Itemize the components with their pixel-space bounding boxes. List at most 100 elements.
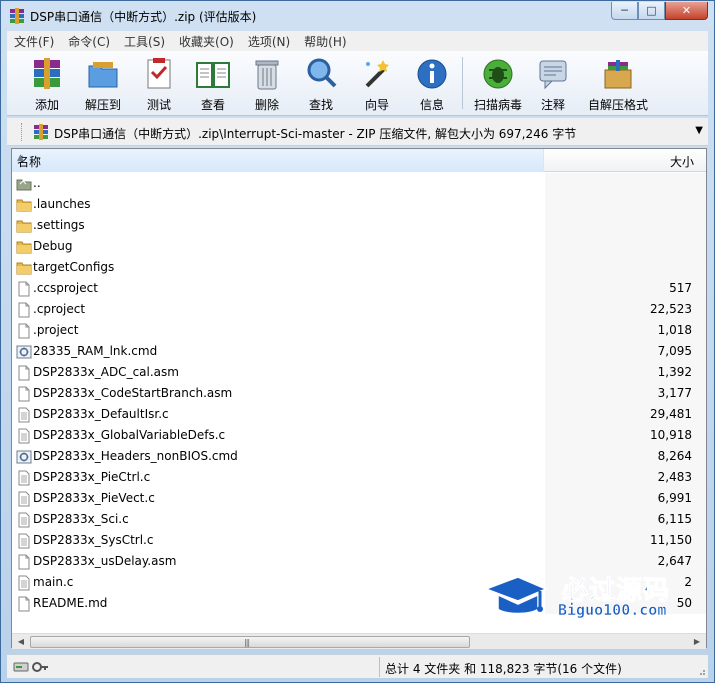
file-row[interactable]: DSP2833x_SysCtrl.c 11,150 — [12, 530, 706, 551]
extract-to-label: 解压到 — [84, 98, 121, 112]
file-size: 22,523 — [650, 302, 692, 316]
horizontal-scrollbar[interactable]: ◀ ||| ▶ — [12, 633, 706, 649]
chevron-down-icon[interactable]: ▼ — [695, 125, 703, 136]
menu-help[interactable]: 帮助(H) — [297, 33, 353, 50]
text-file-icon — [16, 491, 32, 507]
file-row[interactable]: DSP2833x_DefaultIsr.c 29,481 — [12, 404, 706, 425]
add-label: 添加 — [34, 98, 59, 112]
file-size: 2,647 — [657, 554, 692, 568]
file-row[interactable]: DSP2833x_ADC_cal.asm 1,392 — [12, 362, 706, 383]
toolbar-separator — [462, 57, 463, 109]
menu-commands[interactable]: 命令(C) — [61, 33, 117, 50]
status-summary: 总计 4 文件夹 和 118,823 字节(16 个文件) — [385, 662, 622, 676]
maximize-button[interactable]: □ — [638, 2, 665, 20]
find-magnifier-icon — [307, 58, 337, 88]
file-row[interactable]: targetConfigs — [12, 257, 706, 278]
file-size: 10,918 — [650, 428, 692, 442]
text-file-icon — [16, 428, 32, 444]
file-row[interactable]: DSP2833x_PieCtrl.c 2,483 — [12, 467, 706, 488]
virus-scan-icon — [483, 59, 513, 89]
file-row[interactable]: .settings — [12, 215, 706, 236]
wizard-button[interactable]: 向导 — [347, 54, 407, 112]
file-row[interactable]: .cproject 22,523 — [12, 299, 706, 320]
sfx-button[interactable]: 自解压格式 — [583, 54, 653, 112]
add-button[interactable]: 添加 — [17, 54, 77, 112]
file-row[interactable]: 28335_RAM_lnk.cmd 7,095 — [12, 341, 706, 362]
menu-options[interactable]: 选项(N) — [241, 33, 297, 50]
sfx-box-icon — [604, 60, 632, 89]
file-size: 517 — [669, 281, 692, 295]
file-icon — [16, 323, 32, 339]
menu-file[interactable]: 文件(F) — [7, 33, 61, 50]
folder-icon — [16, 197, 32, 213]
view-book-icon — [196, 62, 230, 88]
drive-key-icon[interactable] — [13, 660, 49, 674]
scroll-right-icon[interactable]: ▶ — [689, 635, 705, 649]
menu-tools[interactable]: 工具(S) — [117, 33, 172, 50]
column-header-name[interactable]: 名称 ▲ — [12, 149, 544, 172]
address-bar[interactable]: DSP串口通信（中断方式）.zip\Interrupt-Sci-master -… — [7, 118, 708, 146]
file-row[interactable]: .project 1,018 — [12, 320, 706, 341]
find-button[interactable]: 查找 — [291, 54, 351, 112]
test-icon — [147, 58, 171, 89]
file-name: Debug — [33, 239, 73, 253]
file-row[interactable]: DSP2833x_PieVect.c 6,991 — [12, 488, 706, 509]
file-icon — [16, 281, 32, 297]
view-button[interactable]: 查看 — [183, 54, 243, 112]
file-name: main.c — [33, 575, 74, 589]
file-size: 11,150 — [650, 533, 692, 547]
resize-grip-icon[interactable] — [696, 666, 706, 676]
file-row[interactable]: Debug — [12, 236, 706, 257]
file-row[interactable]: DSP2833x_CodeStartBranch.asm 3,177 — [12, 383, 706, 404]
delete-label: 删除 — [254, 98, 279, 112]
file-size: 1,392 — [657, 365, 692, 379]
file-size: 2 — [684, 575, 692, 589]
file-name: .project — [33, 323, 79, 337]
file-icon — [16, 365, 32, 381]
text-file-icon — [16, 575, 32, 591]
virus-scan-button[interactable]: 扫描病毒 — [468, 54, 528, 112]
cmd-file-icon — [16, 449, 32, 465]
file-name: DSP2833x_Sci.c — [33, 512, 129, 526]
file-row[interactable]: DSP2833x_GlobalVariableDefs.c 10,918 — [12, 425, 706, 446]
file-name: .cproject — [33, 302, 86, 316]
find-label: 查找 — [308, 98, 333, 112]
file-icon — [16, 386, 32, 402]
wizard-wand-icon — [365, 60, 389, 88]
file-size: 2,483 — [657, 470, 692, 484]
file-size: 8,264 — [657, 449, 692, 463]
file-row[interactable]: DSP2833x_Headers_nonBIOS.cmd 8,264 — [12, 446, 706, 467]
folder-icon — [16, 218, 32, 234]
comment-button[interactable]: 注释 — [523, 54, 583, 112]
menu-favorites[interactable]: 收藏夹(O) — [172, 33, 241, 50]
file-name: DSP2833x_DefaultIsr.c — [33, 407, 169, 421]
comment-label: 注释 — [540, 98, 565, 112]
wizard-label: 向导 — [364, 98, 389, 112]
file-row[interactable]: .launches — [12, 194, 706, 215]
file-name: DSP2833x_Headers_nonBIOS.cmd — [33, 449, 238, 463]
info-label: 信息 — [419, 98, 444, 112]
scrollbar-thumb[interactable]: ||| — [30, 636, 470, 648]
file-row[interactable]: .. — [12, 173, 706, 194]
delete-button[interactable]: 删除 — [237, 54, 297, 112]
file-icon — [16, 302, 32, 318]
extract-to-button[interactable]: 解压到 — [73, 54, 133, 112]
text-file-icon — [16, 512, 32, 528]
file-row[interactable]: .ccsproject 517 — [12, 278, 706, 299]
comment-icon — [539, 60, 567, 90]
test-button[interactable]: 测试 — [129, 54, 189, 112]
minimize-button[interactable]: ─ — [611, 2, 638, 20]
scroll-left-icon[interactable]: ◀ — [13, 635, 29, 649]
file-size: 1,018 — [657, 323, 692, 337]
close-button[interactable]: ✕ — [665, 2, 708, 20]
info-button[interactable]: 信息 — [402, 54, 462, 112]
file-row[interactable]: DSP2833x_Sci.c 6,115 — [12, 509, 706, 530]
column-header-size[interactable]: 大小 — [545, 149, 706, 172]
view-label: 查看 — [200, 98, 225, 112]
file-name: DSP2833x_usDelay.asm — [33, 554, 177, 568]
file-name: .launches — [33, 197, 91, 211]
watermark: 必过源码 Biguo100.com — [484, 567, 684, 629]
zip-archive-icon — [34, 124, 48, 140]
title-bar[interactable]: DSP串口通信（中断方式）.zip (评估版本) ─ □ ✕ — [1, 1, 714, 30]
file-size: 6,991 — [657, 491, 692, 505]
